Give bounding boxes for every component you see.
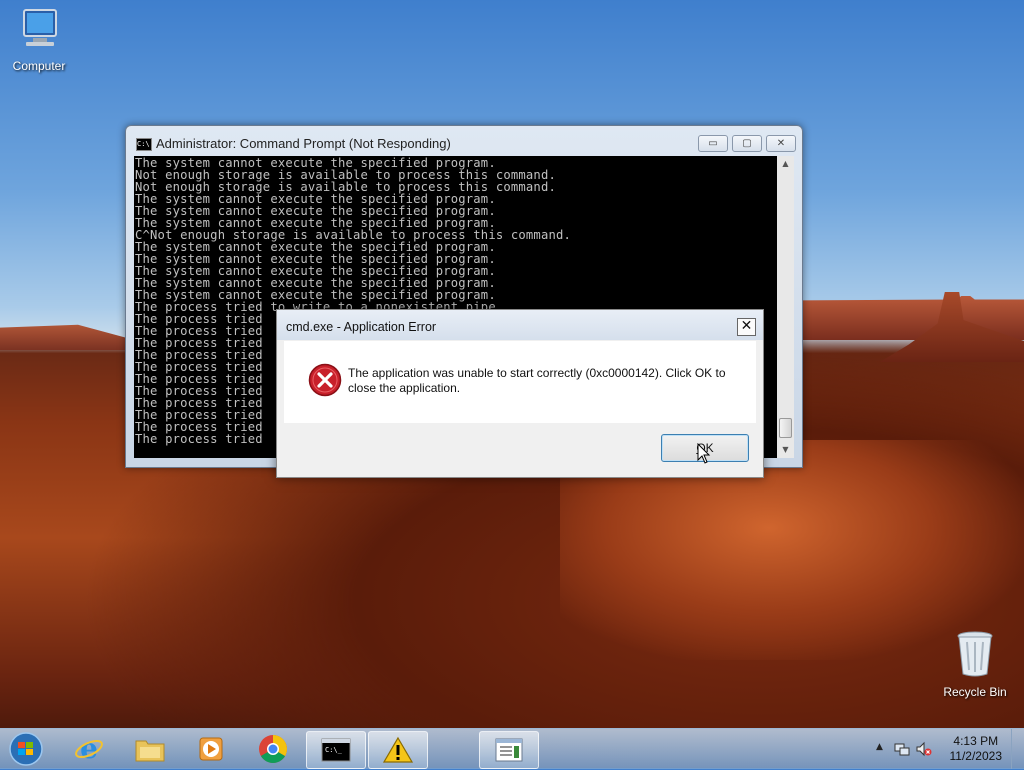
clock[interactable]: 4:13 PM 11/2/2023 [950, 734, 1003, 764]
show-desktop-button[interactable] [1011, 729, 1024, 769]
taskbar-internet-explorer[interactable]: e [60, 731, 118, 767]
desert-mesa-left [0, 324, 130, 350]
folder-icon [135, 740, 165, 762]
start-button[interactable] [6, 732, 46, 766]
taskbar-chrome[interactable] [244, 731, 302, 767]
notepad-icon [495, 738, 523, 762]
command-prompt-icon: C:\_ [321, 738, 351, 762]
dialog-body: The application was unable to start corr… [284, 341, 756, 423]
error-message: The application was unable to start corr… [348, 366, 726, 395]
window-title-bar[interactable]: C:\ Administrator: Command Prompt (Not Re… [136, 136, 451, 152]
chrome-icon [259, 735, 287, 763]
taskbar-file-explorer[interactable] [121, 731, 179, 767]
desktop-icon-recycle-bin[interactable]: Recycle Bin [940, 630, 1010, 699]
taskbar-media-player[interactable] [182, 731, 240, 767]
taskbar-notepad-window[interactable] [479, 731, 539, 769]
dialog-title: cmd.exe - Application Error [286, 320, 437, 334]
desktop-icon-label: Computer [12, 59, 66, 73]
vertical-scrollbar[interactable]: ▲ ▼ [777, 156, 794, 458]
taskbar-command-prompt[interactable]: C:\_ [306, 731, 366, 769]
scroll-down-arrow-icon[interactable]: ▼ [777, 442, 794, 458]
dialog-close-button[interactable]: ✕ [737, 318, 756, 336]
desktop-icon-label: Recycle Bin [943, 685, 1007, 699]
minimize-button[interactable]: ▭ [698, 135, 728, 152]
application-error-dialog[interactable]: cmd.exe - Application Error ✕ The applic… [276, 309, 764, 478]
mouse-cursor-icon [697, 442, 711, 469]
network-icon[interactable] [894, 741, 910, 757]
maximize-button[interactable]: ▢ [732, 135, 762, 152]
media-player-icon [199, 737, 223, 761]
computer-icon [4, 8, 74, 55]
recycle-bin-icon [940, 630, 1010, 681]
clock-date: 11/2/2023 [949, 749, 1003, 763]
taskbar: e C:\_ ▲ 4:13 PM 11/2/2023 [0, 728, 1024, 769]
scroll-up-arrow-icon[interactable]: ▲ [777, 156, 794, 172]
show-hidden-icons-arrow-icon[interactable]: ▲ [876, 742, 883, 752]
internet-explorer-icon: e [75, 734, 103, 764]
desktop-icon-computer[interactable]: Computer [4, 8, 74, 73]
svg-text:e: e [80, 734, 98, 764]
window-title: Administrator: Command Prompt (Not Respo… [156, 136, 451, 151]
clock-time: 4:13 PM [953, 734, 999, 748]
taskbar-warning[interactable] [368, 731, 428, 769]
svg-text:C:\_: C:\_ [325, 746, 343, 754]
windows-logo-icon [9, 732, 43, 766]
scrollbar-thumb[interactable] [779, 418, 792, 438]
volume-muted-icon[interactable] [916, 741, 932, 757]
error-icon [308, 363, 342, 401]
warning-icon [383, 736, 413, 763]
system-tray: ▲ 4:13 PM 11/2/2023 [864, 729, 1024, 769]
console-line: The process tried [135, 432, 263, 446]
close-button[interactable]: ✕ [766, 135, 796, 152]
command-prompt-icon: C:\ [136, 138, 152, 152]
